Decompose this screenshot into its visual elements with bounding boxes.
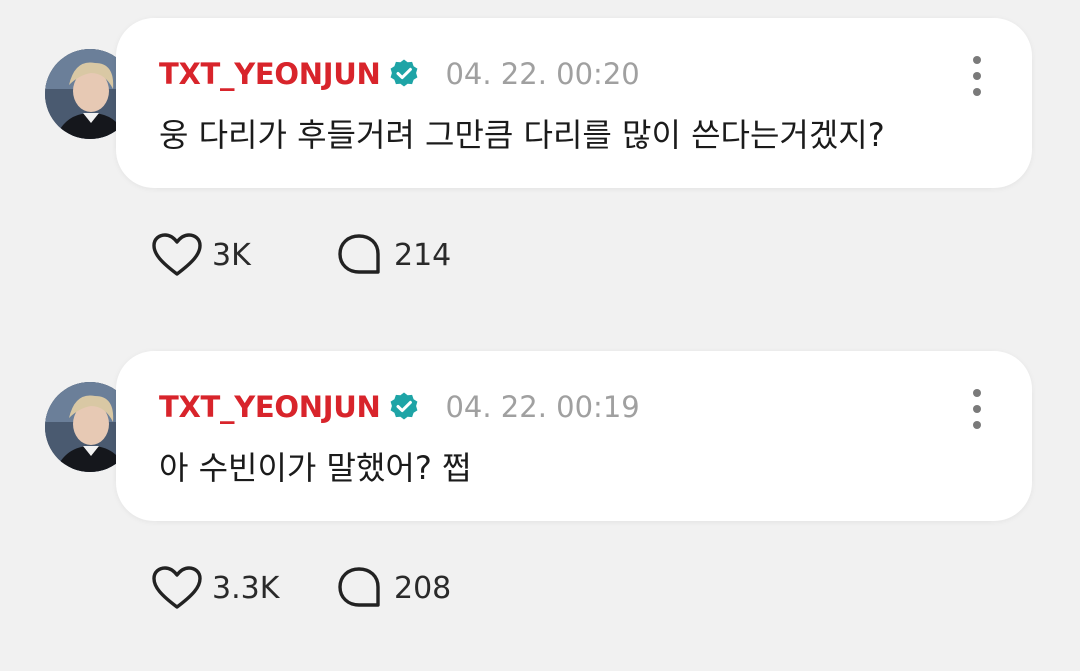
verified-badge-icon <box>391 392 418 420</box>
more-dot <box>973 72 981 80</box>
post-actions: 3K 214 <box>150 230 451 280</box>
more-dot <box>973 88 981 96</box>
author-name[interactable]: TXT_YEONJUN <box>159 390 381 424</box>
verified-badge-icon <box>391 59 418 87</box>
reply-button[interactable]: 214 <box>332 230 451 280</box>
more-dot <box>973 421 981 429</box>
speech-bubble-icon <box>332 563 386 613</box>
more-dot <box>973 56 981 64</box>
post-card: TXT_YEONJUN 04. 22. 00:19 아 수빈이가 말했어? 쩝 … <box>0 351 1080 671</box>
reply-count: 214 <box>394 237 452 273</box>
like-button[interactable]: 3.3K <box>150 563 330 613</box>
heart-icon <box>150 230 204 280</box>
reply-button[interactable]: 208 <box>332 563 451 613</box>
post-header: TXT_YEONJUN 04. 22. 00:20 <box>159 54 640 94</box>
speech-bubble-icon <box>332 230 386 280</box>
post-timestamp: 04. 22. 00:19 <box>445 390 640 424</box>
like-count: 3K <box>212 237 251 273</box>
post-message: 웅 다리가 후들거려 그만큼 다리를 많이 쓴다는거겠지? <box>159 116 885 154</box>
post-card: TXT_YEONJUN 04. 22. 00:20 웅 다리가 후들거려 그만큼… <box>0 18 1080 338</box>
more-dot <box>973 405 981 413</box>
more-dot <box>973 389 981 397</box>
post-message: 아 수빈이가 말했어? 쩝 <box>159 449 472 487</box>
post-bubble: TXT_YEONJUN 04. 22. 00:19 아 수빈이가 말했어? 쩝 <box>116 351 1032 521</box>
post-bubble: TXT_YEONJUN 04. 22. 00:20 웅 다리가 후들거려 그만큼… <box>116 18 1032 188</box>
reply-count: 208 <box>394 570 452 606</box>
post-header: TXT_YEONJUN 04. 22. 00:19 <box>159 387 640 427</box>
post-timestamp: 04. 22. 00:20 <box>445 57 640 91</box>
more-options-icon[interactable] <box>962 389 992 429</box>
like-count: 3.3K <box>212 570 280 606</box>
like-button[interactable]: 3K <box>150 230 330 280</box>
post-actions: 3.3K 208 <box>150 563 451 613</box>
author-name[interactable]: TXT_YEONJUN <box>159 57 381 91</box>
heart-icon <box>150 563 204 613</box>
more-options-icon[interactable] <box>962 56 992 96</box>
